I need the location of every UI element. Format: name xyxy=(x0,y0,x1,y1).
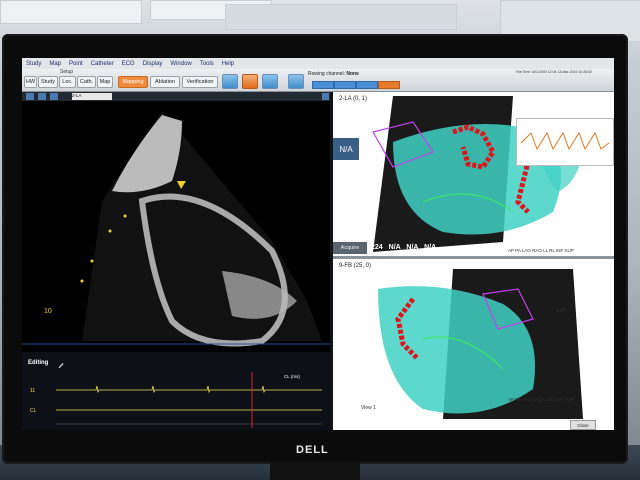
tab-study[interactable]: Study xyxy=(38,76,58,88)
alert-icon[interactable] xyxy=(242,74,258,89)
menu-bar: Study Map Point Catheter ECG Display Win… xyxy=(22,58,614,69)
rowing-label: Rowing channel: xyxy=(308,71,345,77)
setup-label: Setup xyxy=(60,69,74,75)
tab-ablation[interactable]: Ablation xyxy=(150,76,180,88)
menu-window[interactable]: Window xyxy=(170,61,191,67)
rowing-channel: Rowing channel: None xyxy=(308,71,359,77)
rowing-value[interactable]: None xyxy=(346,71,359,77)
track2-label: CL xyxy=(30,408,37,414)
ceiling-light xyxy=(225,4,457,30)
map-bottom-title: 9-FB (25, 0) xyxy=(339,263,371,269)
ultrasound-selector[interactable]: 2-LA xyxy=(72,93,112,100)
depth-dot xyxy=(90,259,94,263)
ultrasound-image: 10 xyxy=(22,111,330,347)
depth-label: 10 xyxy=(44,308,52,315)
channel-button[interactable] xyxy=(312,81,334,89)
view-label: View 1 xyxy=(361,405,376,411)
lat-thumbnail xyxy=(516,118,614,166)
tab-map[interactable]: Map xyxy=(97,76,113,88)
channel-button[interactable] xyxy=(356,81,378,89)
ecg-trace xyxy=(56,385,322,394)
session-time: File Time 14/1/2000 12:04 13-Mar-2019 10… xyxy=(516,70,593,74)
ecg-traces: 11 CL CL (ms) xyxy=(30,372,322,428)
tab-loc[interactable]: Loc. xyxy=(59,76,76,88)
lat-trace xyxy=(520,131,610,151)
view-labels: AP PA LAO RAO LL RL INF SUP xyxy=(508,248,574,253)
tissue-echo xyxy=(112,115,182,193)
tab-hw[interactable]: HW xyxy=(24,76,37,88)
ecg-panel: Editing 11 CL CL (ms) xyxy=(22,352,330,430)
menu-display[interactable]: Display xyxy=(143,61,163,67)
value-224: 224 xyxy=(371,244,383,251)
cl-label: CL (ms) xyxy=(284,374,300,379)
ultrasound-panel: 2-LA 10 xyxy=(22,92,330,352)
acquire-button[interactable]: Acquire xyxy=(333,242,367,254)
value-na: N/A xyxy=(406,244,419,251)
map-top-render: 2-LA (0, 1) AP PA LAO RAO LL RL INF SUP xyxy=(339,96,583,253)
toolbar: Setup HW Study Loc. Cath. Map Mapping Ab… xyxy=(22,69,614,92)
na-box: N/A xyxy=(333,138,359,160)
depth-dot xyxy=(123,214,127,218)
display-icon[interactable] xyxy=(262,74,278,89)
settings-icon[interactable] xyxy=(288,74,304,89)
value-na: N/A xyxy=(424,244,437,251)
editing-label: Editing xyxy=(28,360,49,366)
menu-ecg[interactable]: ECG xyxy=(122,61,135,67)
menu-tools[interactable]: Tools xyxy=(200,61,214,67)
view-labels: AP PA LAO RAO LL RL INF SUP xyxy=(508,397,574,402)
pen-icon[interactable] xyxy=(38,93,46,100)
pencil-icon[interactable] xyxy=(54,358,64,369)
arrow-icon[interactable] xyxy=(26,93,34,100)
close-button[interactable]: Close xyxy=(570,420,596,430)
brand-logo: DELL xyxy=(296,444,329,456)
menu-catheter[interactable]: Catheter xyxy=(91,61,114,67)
tab-verification[interactable]: Verification xyxy=(182,76,218,88)
depth-dot xyxy=(80,279,84,283)
depth-dot xyxy=(108,229,112,233)
menu-study[interactable]: Study xyxy=(26,61,41,67)
grid-icon[interactable] xyxy=(50,93,58,100)
menu-map[interactable]: Map xyxy=(49,61,61,67)
tab-mapping[interactable]: Mapping xyxy=(118,76,148,88)
ultrasound-header: 2-LA xyxy=(22,92,330,101)
screen: Study Map Point Catheter ECG Display Win… xyxy=(22,58,614,430)
menu-help[interactable]: Help xyxy=(222,61,234,67)
channel-button[interactable] xyxy=(334,81,356,89)
map-top-title: 2-LA (0, 1) xyxy=(339,96,367,102)
lat-label: LAT xyxy=(557,308,566,314)
map-divider[interactable] xyxy=(333,256,614,259)
menu-point[interactable]: Point xyxy=(69,61,83,67)
ceiling-panel xyxy=(0,0,142,24)
track1-label: 11 xyxy=(30,388,35,394)
monitor-icon[interactable] xyxy=(222,74,238,89)
tab-cath[interactable]: Cath. xyxy=(77,76,96,88)
value-row: 224 N/A N/A N/A xyxy=(371,244,436,251)
value-na: N/A xyxy=(388,244,401,251)
monitor-stand xyxy=(270,462,360,480)
channel-button-active[interactable] xyxy=(378,81,400,89)
maximize-icon[interactable] xyxy=(322,93,329,100)
monitor: Study Map Point Catheter ECG Display Win… xyxy=(2,34,628,464)
